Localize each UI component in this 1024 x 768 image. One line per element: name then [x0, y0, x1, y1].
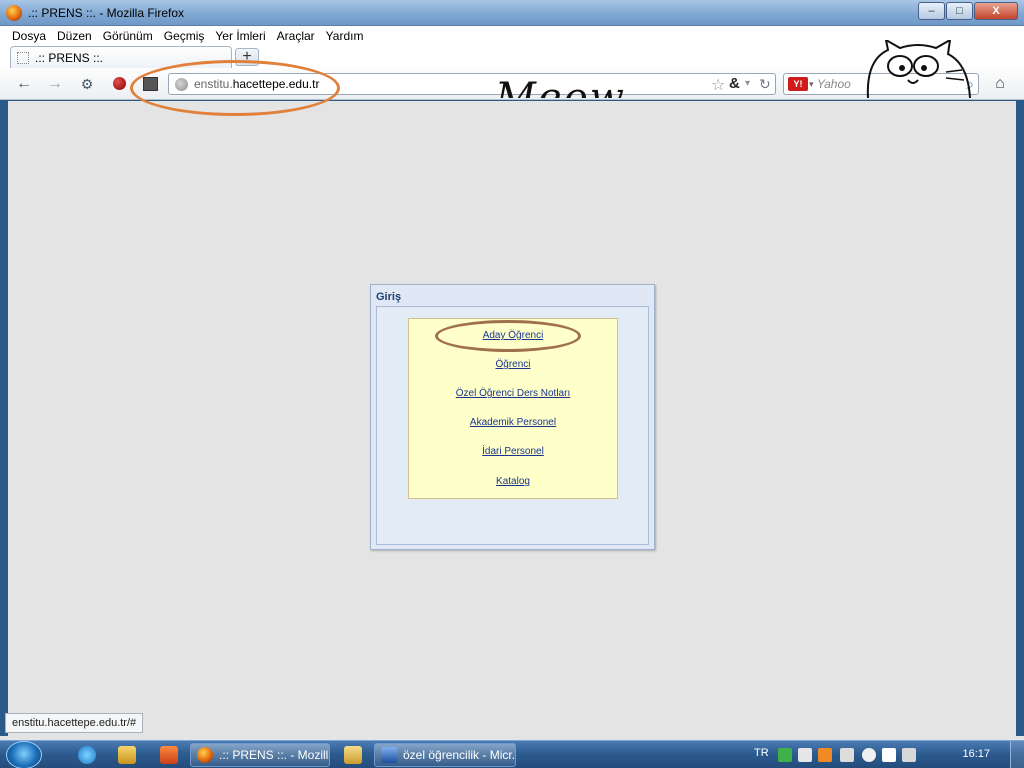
blank-page-icon	[17, 51, 29, 64]
menu-tools[interactable]: Araçlar	[277, 29, 315, 43]
tray-app2-icon[interactable]	[818, 748, 832, 762]
url-dropdown-icon[interactable]: ▾	[745, 78, 750, 89]
display-icon[interactable]	[902, 748, 916, 762]
screenshot-icon[interactable]	[141, 75, 159, 93]
close-button[interactable]: X	[974, 2, 1018, 20]
tab-strip: .:: PRENS ::. +	[0, 46, 1024, 68]
tray-network-icon[interactable]	[798, 748, 812, 762]
status-url: enstitu.hacettepe.edu.tr/#	[5, 713, 144, 733]
new-tab-button[interactable]: +	[235, 48, 259, 66]
yahoo-icon[interactable]: Y!	[788, 77, 808, 91]
minimize-button[interactable]: –	[918, 2, 945, 20]
taskbar-word-task[interactable]: özel öğrencilik - Micr...	[374, 743, 516, 767]
language-indicator[interactable]: TR	[754, 747, 769, 759]
login-menu: Aday Öğrenci Öğrenci Özel Öğrenci Ders N…	[408, 318, 618, 499]
search-bar[interactable]: Y! ▾ Yahoo ⌕	[783, 73, 979, 95]
link-idari-personel[interactable]: İdari Personel	[409, 446, 617, 457]
word-icon	[381, 747, 397, 763]
record-icon[interactable]	[110, 75, 128, 93]
tray-app3-icon[interactable]	[840, 748, 854, 762]
window-titlebar[interactable]: .:: PRENS ::. - Mozilla Firefox – □ X	[0, 0, 1024, 26]
menu-bookmarks[interactable]: Yer İmleri	[215, 29, 265, 43]
menubar: Dosya Düzen Görünüm Geçmiş Yer İmleri Ar…	[0, 26, 1024, 46]
start-button-icon[interactable]	[6, 741, 42, 768]
menu-edit[interactable]: Düzen	[57, 29, 92, 43]
folder-icon[interactable]	[344, 746, 362, 764]
address-bar[interactable]: enstitu.hacettepe.edu.tr ☆ & ▾ ↻	[168, 73, 776, 95]
tray-app-icon[interactable]	[778, 748, 792, 762]
taskbar-firefox-task[interactable]: .:: PRENS ::. - Mozilla ...	[190, 743, 330, 767]
tab-label: .:: PRENS ::.	[35, 50, 104, 65]
persona-text: Meow	[495, 75, 626, 98]
globe-icon	[175, 78, 188, 91]
link-aday-ogrenci[interactable]: Aday Öğrenci	[409, 330, 617, 341]
task-label: özel öğrencilik - Micr...	[403, 748, 516, 762]
volume-icon[interactable]	[862, 748, 876, 762]
clock[interactable]: 16:17	[962, 748, 990, 760]
firefox-icon	[197, 747, 213, 763]
internet-explorer-icon[interactable]	[78, 746, 96, 764]
page-content: Giriş Aday Öğrenci Öğrenci Özel Öğrenci …	[8, 101, 1016, 736]
addon-icon[interactable]: ⚙	[78, 75, 96, 93]
forward-arrow-icon[interactable]: →	[46, 75, 64, 93]
window-controls: – □ X	[917, 2, 1018, 20]
media-player-icon[interactable]	[118, 746, 136, 764]
home-icon[interactable]: ⌂	[990, 75, 1010, 93]
maximize-button[interactable]: □	[946, 2, 973, 20]
system-tray: TR 16:17	[754, 741, 1024, 768]
address-url[interactable]: enstitu.hacettepe.edu.tr	[194, 77, 319, 91]
search-input[interactable]: Yahoo	[817, 77, 851, 91]
panel-inner: Aday Öğrenci Öğrenci Özel Öğrenci Ders N…	[376, 306, 649, 545]
bookmark-star-icon[interactable]: ☆	[711, 75, 725, 95]
link-akademik-personel[interactable]: Akademik Personel	[409, 417, 617, 428]
tab-prens[interactable]: .:: PRENS ::.	[10, 46, 232, 68]
magnifier-icon[interactable]: ⌕	[966, 76, 974, 93]
link-ogrenci[interactable]: Öğrenci	[409, 359, 617, 370]
task-label: .:: PRENS ::. - Mozilla ...	[219, 748, 329, 762]
taskbar: .:: PRENS ::. - Mozilla ... özel öğrenci…	[0, 740, 1024, 768]
link-katalog[interactable]: Katalog	[409, 476, 617, 487]
search-engine-dropdown-icon[interactable]: ▾	[809, 79, 814, 90]
firefox-icon	[6, 5, 22, 21]
menu-file[interactable]: Dosya	[12, 29, 46, 43]
reload-icon[interactable]: ↻	[759, 76, 771, 93]
menu-history[interactable]: Geçmiş	[164, 29, 205, 43]
ampersand-icon[interactable]: &	[729, 75, 740, 92]
link-ozel-ogrenci-ders-notlari[interactable]: Özel Öğrenci Ders Notları	[409, 388, 617, 399]
menu-view[interactable]: Görünüm	[103, 29, 153, 43]
show-desktop-button[interactable]	[1010, 741, 1024, 768]
login-panel: Giriş Aday Öğrenci Öğrenci Özel Öğrenci …	[370, 284, 655, 550]
window-title: .:: PRENS ::. - Mozilla Firefox	[28, 6, 185, 20]
panel-title: Giriş	[376, 291, 402, 303]
back-arrow-icon[interactable]: ←	[15, 75, 33, 93]
app-kt-icon[interactable]	[160, 746, 178, 764]
action-center-flag-icon[interactable]	[882, 748, 896, 762]
menu-help[interactable]: Yardım	[326, 29, 364, 43]
